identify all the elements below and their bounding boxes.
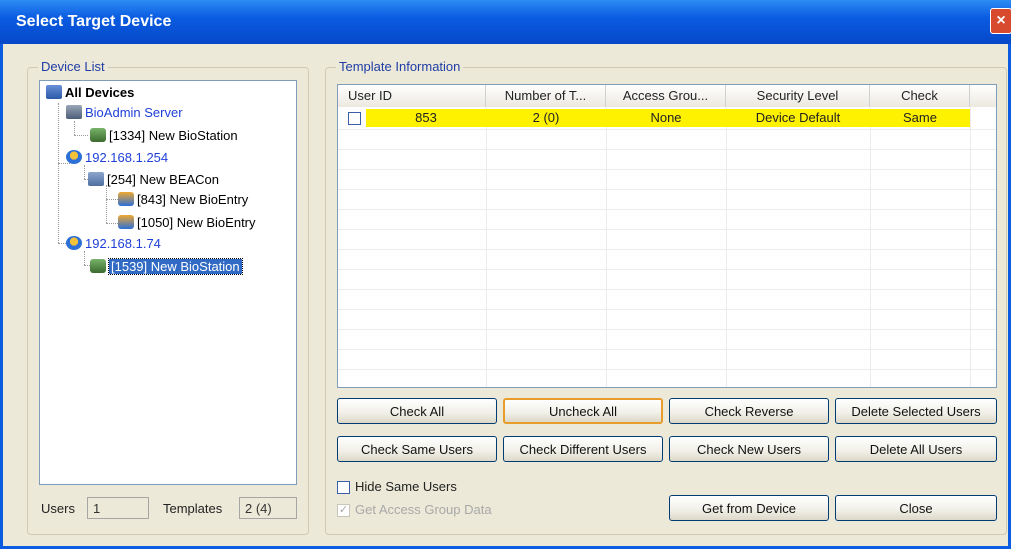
tree-node-label: [843] New BioEntry (137, 192, 249, 207)
templates-count-field: 2 (4) (239, 497, 297, 519)
hide-same-users-checkbox[interactable] (337, 481, 350, 494)
grid-row-line (338, 129, 996, 130)
tree-node-label-selected: [1539] New BioStation (108, 258, 243, 275)
device-list-legend: Device List (38, 59, 108, 74)
tree-line (106, 223, 118, 224)
tree-node-label: All Devices (65, 85, 135, 100)
column-header-number-of-templates[interactable]: Number of T... (486, 85, 606, 107)
tree-node-254-beacon[interactable]: [254] New BEACon (88, 172, 219, 188)
devices-icon (46, 85, 62, 99)
grid-row-line (338, 189, 996, 190)
network-icon (66, 150, 82, 164)
grid-row-line (338, 169, 996, 170)
delete-all-users-button[interactable]: Delete All Users (835, 436, 997, 462)
tree-node-label: [1050] New BioEntry (137, 215, 256, 230)
tree-node-label: [1334] New BioStation (109, 128, 238, 143)
grid-row-line (338, 309, 996, 310)
cell-user-id: 853 (366, 109, 486, 127)
tree-node-192-168-1-254[interactable]: 192.168.1.254 (66, 150, 168, 166)
uncheck-all-button[interactable]: Uncheck All (503, 398, 663, 424)
templates-label: Templates (163, 501, 223, 516)
close-window-button[interactable]: × (990, 8, 1011, 34)
check-same-users-button[interactable]: Check Same Users (337, 436, 497, 462)
network-icon (66, 236, 82, 250)
tree-line (84, 165, 85, 179)
server-icon (66, 105, 82, 119)
tree-line (74, 135, 88, 136)
tree-line (74, 121, 75, 135)
get-access-group-data-label: Get Access Group Data (355, 502, 492, 517)
get-from-device-button[interactable]: Get from Device (669, 495, 829, 521)
tree-node-1334-biostation[interactable]: [1334] New BioStation (90, 128, 238, 144)
column-header-check[interactable]: Check (870, 85, 970, 107)
bioentry-icon (118, 215, 134, 229)
grid-row-line (338, 289, 996, 290)
tree-node-1050-bioentry[interactable]: [1050] New BioEntry (118, 215, 256, 231)
grid-row-line (338, 249, 996, 250)
close-button[interactable]: Close (835, 495, 997, 521)
tree-node-label: 192.168.1.74 (85, 236, 161, 251)
column-header-filler (970, 85, 996, 107)
biostation-icon (90, 128, 106, 142)
grid-row-line (338, 269, 996, 270)
tree-line (84, 251, 85, 265)
get-access-group-data-checkbox: ✓ (337, 504, 350, 517)
tree-line (58, 163, 59, 243)
check-different-users-button[interactable]: Check Different Users (503, 436, 663, 462)
tree-node-192-168-1-74[interactable]: 192.168.1.74 (66, 236, 161, 252)
window-title: Select Target Device (16, 13, 172, 30)
tree-node-1539-biostation[interactable]: [1539] New BioStation (90, 258, 243, 275)
tree-node-label: [254] New BEACon (107, 172, 220, 187)
check-all-button[interactable]: Check All (337, 398, 497, 424)
tree-line (58, 103, 59, 163)
tree-node-label: 192.168.1.254 (85, 150, 169, 165)
tree-node-843-bioentry[interactable]: [843] New BioEntry (118, 192, 248, 208)
grid-row-line (338, 209, 996, 210)
tree-node-label: BioAdmin Server (85, 105, 183, 120)
device-tree[interactable]: All Devices BioAdmin Server [1334] New B… (39, 80, 297, 485)
tree-line (106, 185, 107, 223)
row-checkbox[interactable] (348, 112, 361, 125)
tree-node-all-devices[interactable]: All Devices (46, 85, 134, 101)
beacon-icon (88, 172, 104, 186)
hide-same-users-label: Hide Same Users (355, 479, 457, 494)
users-label: Users (41, 501, 75, 516)
grid-row-line (338, 349, 996, 350)
check-reverse-button[interactable]: Check Reverse (669, 398, 829, 424)
cell-check: Same (870, 109, 970, 127)
grid-row-line (338, 369, 996, 370)
users-count-field: 1 (87, 497, 149, 519)
title-bar[interactable]: Select Target Device × (0, 0, 1011, 44)
select-target-device-dialog: Select Target Device × Device List All D… (0, 0, 1011, 549)
bioentry-icon (118, 192, 134, 206)
cell-access-group: None (606, 109, 726, 127)
column-header-access-group[interactable]: Access Grou... (606, 85, 726, 107)
grid-row-line (338, 329, 996, 330)
cell-number-of-templates: 2 (0) (486, 109, 606, 127)
tree-line (106, 199, 118, 200)
grid-row-line (338, 229, 996, 230)
biostation-icon (90, 259, 106, 273)
delete-selected-users-button[interactable]: Delete Selected Users (835, 398, 997, 424)
cell-security-level: Device Default (726, 109, 870, 127)
grid-row-line (338, 149, 996, 150)
template-grid[interactable]: User ID Number of T... Access Grou... Se… (337, 84, 997, 388)
tree-node-bioadmin-server[interactable]: BioAdmin Server (66, 105, 183, 121)
column-header-user-id[interactable]: User ID (338, 85, 486, 107)
column-header-security-level[interactable]: Security Level (726, 85, 870, 107)
template-information-legend: Template Information (336, 59, 464, 74)
check-new-users-button[interactable]: Check New Users (669, 436, 829, 462)
